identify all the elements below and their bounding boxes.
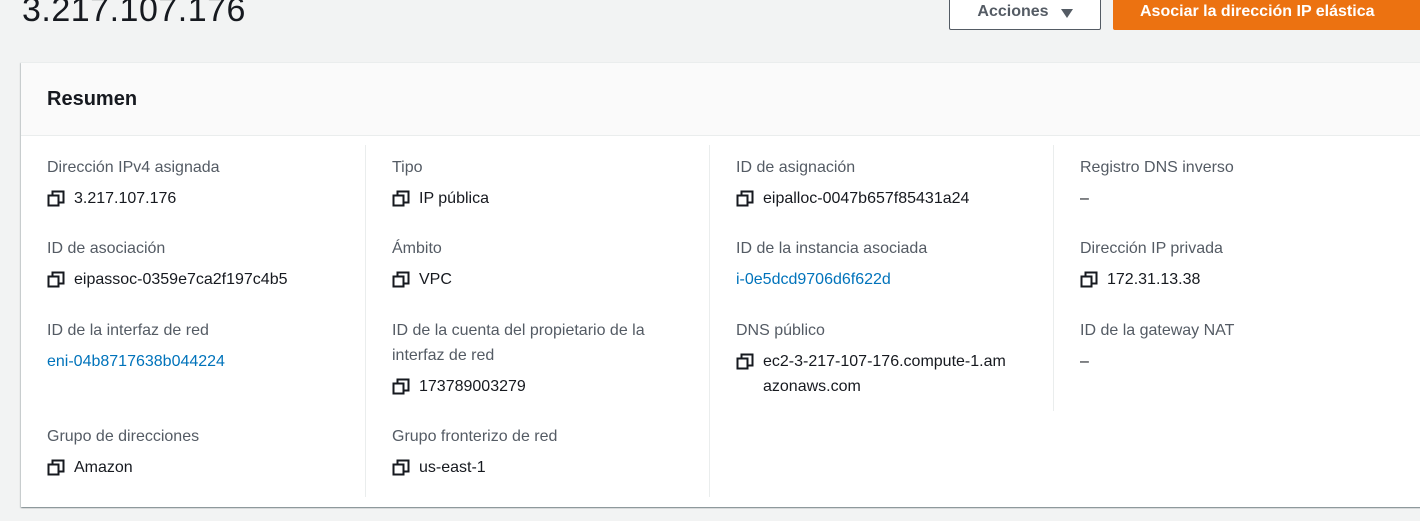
field-scope: Ámbito VPC	[392, 236, 692, 292]
associated-instance-link[interactable]: i-0e5dcd9706d6f622d	[736, 267, 1036, 292]
field-label: Tipo	[392, 159, 423, 176]
summary-panel: Resumen Dirección IPv4 asignada 3.217.10…	[21, 62, 1420, 507]
field-label: ID de asociación	[47, 240, 166, 257]
summary-column-3: ID de asignación eipalloc-0047b657f85431…	[709, 145, 1053, 497]
associate-elastic-ip-button[interactable]: Asociar la dirección IP elástica	[1113, 0, 1420, 30]
field-value: eipalloc-0047b657f85431a24	[736, 186, 1036, 211]
field-label: Grupo fronterizo de red	[392, 428, 558, 445]
association-id-value: eipassoc-0359e7ca2f197c4b5	[74, 271, 288, 288]
field-reverse-dns: Registro DNS inverso –	[1080, 155, 1380, 211]
network-interface-owner-value: 173789003279	[419, 378, 526, 395]
summary-column-1: Dirección IPv4 asignada 3.217.107.176 ID…	[21, 145, 365, 497]
field-label: ID de la gateway NAT	[1080, 322, 1235, 339]
field-value: VPC	[392, 267, 692, 292]
field-value: 3.217.107.176	[47, 186, 347, 211]
field-type: Tipo IP pública	[392, 155, 692, 211]
field-allocated-ipv4: Dirección IPv4 asignada 3.217.107.176	[47, 155, 347, 211]
field-value: eipassoc-0359e7ca2f197c4b5	[47, 267, 347, 292]
copy-icon[interactable]	[47, 190, 65, 208]
field-network-interface-owner: ID de la cuenta del propietario de la in…	[392, 318, 692, 399]
field-allocation-id: ID de asignación eipalloc-0047b657f85431…	[736, 155, 1036, 211]
field-value: IP pública	[392, 186, 692, 211]
field-value: Amazon	[47, 455, 347, 480]
copy-icon[interactable]	[392, 190, 410, 208]
network-border-group-value: us-east-1	[419, 459, 486, 476]
summary-header: Resumen	[21, 63, 1420, 136]
public-dns-value: ec2-3-217-107-176.compute-1.amazonaws.co…	[763, 353, 1006, 395]
field-label: Registro DNS inverso	[1080, 159, 1234, 176]
field-label: ID de la interfaz de red	[47, 322, 209, 339]
field-nat-gateway-id: ID de la gateway NAT –	[1080, 318, 1380, 374]
field-label: ID de asignación	[736, 159, 856, 176]
summary-column-2: Tipo IP pública Ámbito VPC ID de la cuen…	[365, 145, 709, 497]
field-label: Grupo de direcciones	[47, 428, 200, 445]
actions-dropdown-button[interactable]: Acciones	[949, 0, 1101, 30]
allocation-id-value: eipalloc-0047b657f85431a24	[763, 190, 970, 207]
copy-icon[interactable]	[392, 378, 410, 396]
field-value: ec2-3-217-107-176.compute-1.amazonaws.co…	[736, 349, 1016, 399]
field-private-ip: Dirección IP privada 172.31.13.38	[1080, 236, 1380, 292]
summary-column-4: Registro DNS inverso – Dirección IP priv…	[1053, 145, 1397, 411]
address-pool-value: Amazon	[74, 459, 133, 476]
field-network-interface-id: ID de la interfaz de red eni-04b8717638b…	[47, 318, 347, 374]
allocated-ipv4-value: 3.217.107.176	[74, 190, 177, 207]
private-ip-value: 172.31.13.38	[1107, 271, 1201, 288]
field-label: Dirección IPv4 asignada	[47, 159, 220, 176]
field-address-pool: Grupo de direcciones Amazon	[47, 424, 347, 480]
copy-icon[interactable]	[47, 459, 65, 477]
actions-label: Acciones	[977, 3, 1049, 20]
field-network-border-group: Grupo fronterizo de red us-east-1	[392, 424, 692, 480]
field-associated-instance-id: ID de la instancia asociada i-0e5dcd9706…	[736, 236, 1036, 292]
scope-value: VPC	[419, 271, 452, 288]
nat-gateway-id-value: –	[1080, 353, 1089, 370]
field-association-id: ID de asociación eipassoc-0359e7ca2f197c…	[47, 236, 347, 292]
field-label: Ámbito	[392, 240, 442, 257]
type-value: IP pública	[419, 190, 489, 207]
copy-icon[interactable]	[736, 190, 754, 208]
field-label: ID de la cuenta del propietario de la in…	[392, 322, 645, 364]
copy-icon[interactable]	[392, 271, 410, 289]
page-title: 3.217.107.176	[22, 0, 246, 29]
caret-down-icon	[1060, 8, 1073, 18]
field-label: ID de la instancia asociada	[736, 240, 928, 257]
associate-elastic-ip-label: Asociar la dirección IP elástica	[1140, 3, 1375, 20]
summary-title: Resumen	[47, 87, 138, 110]
copy-icon[interactable]	[736, 353, 754, 371]
copy-icon[interactable]	[392, 459, 410, 477]
copy-icon[interactable]	[47, 271, 65, 289]
field-value: 173789003279	[392, 374, 692, 399]
network-interface-link[interactable]: eni-04b8717638b044224	[47, 349, 347, 374]
copy-icon[interactable]	[1080, 271, 1098, 289]
field-value: us-east-1	[392, 455, 692, 480]
reverse-dns-value: –	[1080, 190, 1089, 207]
field-public-dns: DNS público ec2-3-217-107-176.compute-1.…	[736, 318, 1016, 399]
field-label: Dirección IP privada	[1080, 240, 1223, 257]
field-value: 172.31.13.38	[1080, 267, 1380, 292]
field-label: DNS público	[736, 322, 825, 339]
elastic-ip-details-page: 3.217.107.176 Acciones Asociar la direcc…	[0, 0, 1420, 521]
